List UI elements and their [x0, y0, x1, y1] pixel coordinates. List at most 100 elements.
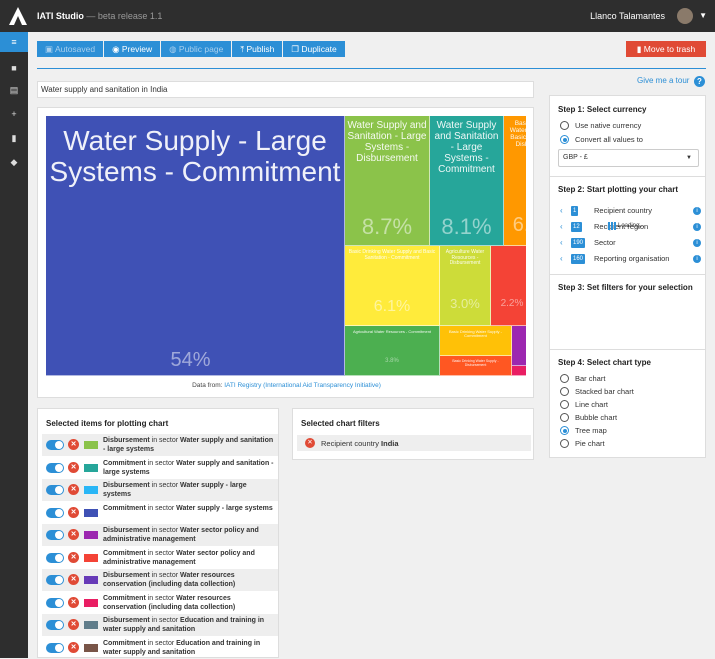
remove-icon[interactable]: ✕ [68, 461, 79, 473]
item-mid: in sector [149, 572, 181, 579]
toggle-switch[interactable] [46, 440, 64, 450]
caret-down-icon: ▼ [686, 155, 692, 161]
item-kind: Commitment [103, 504, 146, 512]
toggle-switch[interactable] [46, 620, 64, 630]
color-swatch[interactable] [84, 553, 98, 562]
color-swatch[interactable] [84, 463, 98, 472]
autosaved-label: Autosaved [54, 44, 96, 54]
radio-button[interactable] [560, 121, 569, 130]
dimension-item[interactable]: ‹ 1 Recipient country i [558, 205, 701, 217]
studio-logo-icon[interactable] [8, 6, 28, 26]
dashboard-icon[interactable]: ■ [0, 58, 28, 78]
info-icon[interactable]: i [693, 239, 701, 247]
remove-icon[interactable]: ✕ [68, 529, 79, 540]
remove-icon[interactable]: ✕ [68, 506, 79, 518]
chevron-down-icon[interactable]: ▼ [699, 11, 707, 20]
autosaved-button[interactable]: ▣ Autosaved [37, 41, 104, 57]
toggle-switch[interactable] [46, 597, 64, 608]
color-swatch[interactable] [84, 643, 98, 652]
radio-button[interactable] [560, 374, 569, 383]
preview-button[interactable]: ◉ Preview [104, 41, 161, 57]
chart-title-input[interactable]: Water supply and sanitation in India [37, 81, 534, 98]
user-name[interactable]: Llanco Talamantes [590, 11, 665, 21]
charts-icon[interactable]: ▤ [0, 80, 28, 100]
treemap-tile[interactable]: Agricultural Water Resources - Commitmen… [345, 326, 440, 376]
color-swatch[interactable] [84, 621, 98, 629]
toggle-switch[interactable] [46, 530, 64, 540]
chevron-left-icon[interactable]: ‹ [560, 205, 563, 217]
tour-link[interactable]: Give me a tour [637, 76, 689, 85]
treemap-tile[interactable]: Basic Drinking Water Supply and Basic Sa… [345, 246, 440, 326]
remove-icon[interactable]: ✕ [68, 574, 79, 585]
currency-select[interactable]: GBP - £ ▼ [558, 149, 699, 167]
dimension-item[interactable]: ‹ 190 Sector i [558, 237, 701, 249]
move-to-trash-button[interactable]: ▮ Move to trash [626, 41, 706, 57]
treemap-tile[interactable] [512, 326, 526, 366]
publish-button[interactable]: ⤒ Publish [232, 41, 283, 57]
layers-icon[interactable]: ◆ [0, 152, 28, 172]
chevron-left-icon[interactable]: ‹ [560, 237, 563, 249]
source-link[interactable]: IATI Registry (International Aid Transpa… [224, 382, 381, 389]
color-swatch[interactable] [84, 508, 98, 517]
treemap-tile[interactable]: Basic Drinking Water Supply - Disburseme… [440, 356, 512, 376]
info-icon[interactable]: i [693, 223, 701, 231]
treemap-tile[interactable]: Agriculture Water Resources - Disburseme… [440, 246, 491, 326]
public-page-button[interactable]: ◍ Public page [161, 41, 232, 57]
toggle-switch[interactable] [46, 462, 64, 473]
trash-icon: ▮ [636, 44, 644, 54]
info-icon[interactable]: i [693, 207, 701, 215]
color-swatch[interactable] [84, 598, 98, 607]
treemap-tile[interactable]: Water Supply - Large Systems - Commitmen… [46, 116, 345, 376]
radio-button[interactable] [560, 426, 569, 435]
currency-value: GBP - £ [563, 154, 588, 161]
publish-label: Publish [246, 44, 275, 54]
globe-icon: ◍ [169, 44, 179, 54]
radio-button[interactable] [560, 135, 569, 144]
chevron-left-icon[interactable]: ‹ [560, 253, 563, 265]
color-swatch[interactable] [84, 441, 98, 449]
help-icon[interactable]: ? [694, 76, 705, 87]
toggle-switch[interactable] [46, 507, 64, 518]
toggle-switch[interactable] [46, 575, 64, 585]
remove-icon[interactable]: ✕ [68, 596, 79, 608]
menu-icon[interactable]: ≡ [0, 32, 28, 52]
color-swatch[interactable] [84, 576, 98, 584]
remove-icon[interactable]: ✕ [68, 484, 79, 495]
trash-icon[interactable]: ▮ [0, 128, 28, 148]
remove-icon[interactable]: ✕ [68, 439, 79, 450]
toggle-switch[interactable] [46, 642, 64, 653]
avatar[interactable] [677, 8, 693, 24]
treemap-tile[interactable]: Basic Drinking Water Supply - Commitment [440, 326, 512, 356]
item-mid: in sector [149, 617, 181, 624]
info-icon[interactable]: i [693, 255, 701, 263]
use-native-label: Use native currency [575, 121, 642, 130]
dimension-item[interactable]: ‹ 160 Reporting organisation i [558, 253, 701, 265]
treemap-tile[interactable]: Water Supply and Sanitation - Large Syst… [430, 116, 504, 246]
remove-icon[interactable]: ✕ [68, 551, 79, 563]
selected-item: ✕ Disbursement in sector Water supply and… [42, 434, 278, 456]
selected-item-text: Commitment in sector Water resources con… [103, 594, 275, 612]
chart-type-label: Pie chart [575, 439, 605, 448]
toggle-switch[interactable] [46, 552, 64, 563]
treemap-tile[interactable]: Water Supply and Sanitation - Large Syst… [345, 116, 430, 246]
treemap-tile[interactable]: 2.2% [491, 246, 526, 326]
copy-icon: ❐ [291, 44, 302, 54]
remove-icon[interactable]: ✕ [68, 619, 79, 630]
radio-button[interactable] [560, 387, 569, 396]
color-swatch[interactable] [84, 531, 98, 539]
duplicate-button[interactable]: ❐ Duplicate [283, 41, 345, 57]
item-mid: in sector [149, 437, 181, 444]
color-swatch[interactable] [84, 486, 98, 494]
treemap-tile[interactable]: Basic Drinking Water Supply and Basic Sa… [504, 116, 526, 246]
treemap-tile[interactable] [512, 366, 526, 376]
radio-button[interactable] [560, 400, 569, 409]
remove-filter-icon[interactable]: ✕ [305, 438, 315, 448]
app-subtitle: — beta release 1.1 [86, 11, 163, 21]
chevron-left-icon[interactable]: ‹ [560, 221, 563, 233]
toggle-switch[interactable] [46, 485, 64, 495]
remove-icon[interactable]: ✕ [68, 641, 79, 653]
radio-button[interactable] [560, 439, 569, 448]
add-icon[interactable]: + [0, 104, 28, 124]
treemap-tile-label: Basic Drinking Water Supply - Disburseme… [452, 359, 499, 367]
radio-button[interactable] [560, 413, 569, 422]
